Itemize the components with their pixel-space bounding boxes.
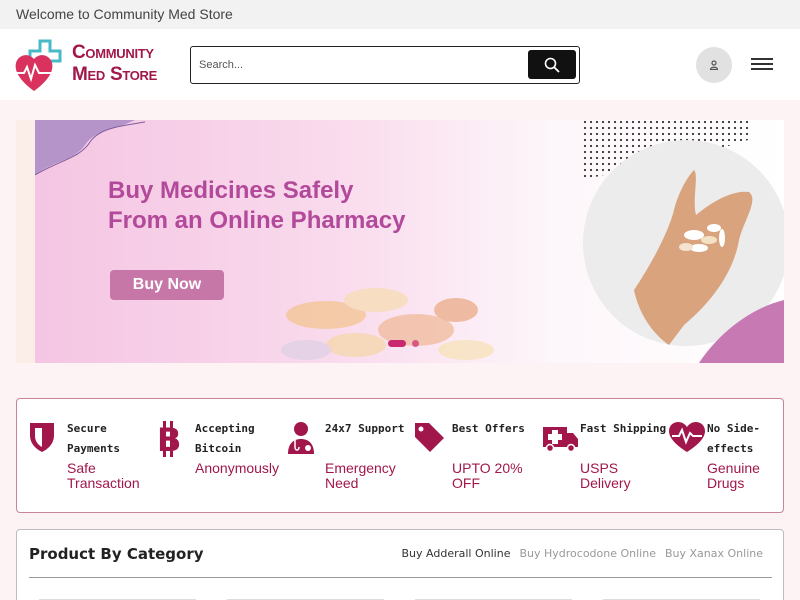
feature-title: No Side-effects xyxy=(707,422,760,455)
heart-pulse-icon xyxy=(669,422,705,452)
svg-text:B: B xyxy=(157,421,181,457)
logo-line-1: Community xyxy=(72,42,154,63)
carousel-dots xyxy=(388,340,419,347)
site-header: Community Med Store xyxy=(0,29,800,100)
hamburger-menu-icon[interactable] xyxy=(751,58,773,72)
section-divider xyxy=(29,577,772,578)
feature-subtitle: Emergency Need xyxy=(325,460,396,491)
banner-decor-wave xyxy=(35,120,145,176)
hand-with-pills-image xyxy=(583,140,784,363)
feature-title: Fast Shipping xyxy=(580,422,667,435)
tab-buy-adderall-online[interactable]: Buy Adderall Online xyxy=(402,547,511,560)
feature-subtitle: Genuine Drugs xyxy=(707,460,760,491)
carousel-dot-2[interactable] xyxy=(412,340,419,347)
tag-icon xyxy=(415,423,444,452)
logo-line-2: Med Store xyxy=(72,64,158,85)
search-input[interactable] xyxy=(199,55,519,75)
section-title: Product By Category xyxy=(29,545,204,563)
feature-subtitle: Safe Transaction xyxy=(67,460,140,491)
feature-title: Accepting Bitcoin xyxy=(195,422,255,455)
banner-headline-line-2: From an Online Pharmacy xyxy=(108,207,406,234)
previous-slide-edge xyxy=(16,120,35,363)
buy-now-button[interactable]: Buy Now xyxy=(110,270,224,300)
hero-banner[interactable]: Buy Medicines Safely From an Online Phar… xyxy=(16,120,784,363)
account-button[interactable] xyxy=(696,47,732,83)
feature-subtitle: Anonymously xyxy=(195,460,280,476)
category-tabs: Buy Adderall Online Buy Hydrocodone Onli… xyxy=(402,547,763,560)
search-bar xyxy=(190,46,580,84)
tab-buy-xanax-online[interactable]: Buy Xanax Online xyxy=(665,547,763,560)
carousel-dot-1[interactable] xyxy=(388,340,406,347)
welcome-bar: Welcome to Community Med Store xyxy=(0,0,800,29)
logo-heart-cross-icon xyxy=(15,39,62,91)
features-panel: Secure Payments Safe Transaction B Accep… xyxy=(16,398,784,513)
user-icon xyxy=(709,60,719,70)
welcome-text: Welcome to Community Med Store xyxy=(16,6,233,22)
feature-subtitle: UPTO 20% OFF xyxy=(452,460,523,491)
feature-title: Secure Payments xyxy=(67,422,120,455)
feature-title: Best Offers xyxy=(452,422,525,435)
doctor-icon xyxy=(288,422,314,454)
bitcoin-icon: B xyxy=(157,421,181,457)
feature-title: 24x7 Support xyxy=(325,422,405,435)
search-button[interactable] xyxy=(528,50,576,79)
tab-buy-hydrocodone-online[interactable]: Buy Hydrocodone Online xyxy=(519,547,656,560)
site-logo[interactable]: Community Med Store xyxy=(14,37,179,93)
shield-icon xyxy=(30,423,54,452)
banner-pills-image xyxy=(281,288,494,360)
banner-headline-line-1: Buy Medicines Safely xyxy=(108,177,354,204)
search-icon xyxy=(544,57,560,73)
ambulance-icon xyxy=(543,427,578,453)
product-by-category-section: Product By Category Buy Adderall Online … xyxy=(16,529,784,600)
feature-subtitle: USPS Delivery xyxy=(580,460,631,491)
banner-headline: Buy Medicines Safely From an Online Phar… xyxy=(108,176,405,236)
